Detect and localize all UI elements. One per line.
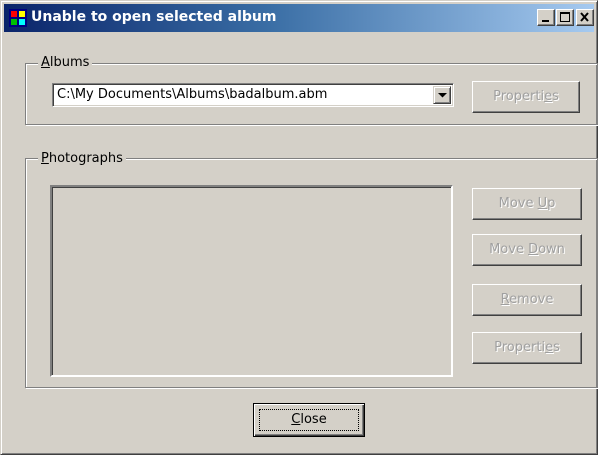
album-props-label-post: s [552,89,559,104]
close-label-post: lose [300,412,327,427]
albums-group-label: Albums [38,55,93,70]
album-path-combobox[interactable]: C:\My Documents\Albums\badalbum.abm [52,83,454,107]
maximize-button[interactable] [556,9,574,26]
album-props-label-pre: Properti [493,89,545,104]
title-bar[interactable]: Unable to open selected album [4,4,594,32]
remove-label-mnemonic: R [500,292,510,307]
photo-props-label-post: s [553,340,560,355]
chevron-down-icon [438,93,447,98]
remove-label-post: emove [509,292,554,307]
photo-props-label-mnemonic: e [545,340,554,355]
dialog-window: Unable to open selected album Albums C:\… [0,0,598,455]
window-title: Unable to open selected album [31,9,277,25]
move-up-label-pre: Move [498,196,538,211]
close-window-button[interactable] [576,9,594,26]
move-down-label-mnemonic: D [528,242,539,257]
move-down-label-pre: Move [489,242,529,257]
minimize-button[interactable] [537,9,555,26]
album-app-icon[interactable] [9,9,27,27]
close-icon [580,12,589,22]
albums-label-mnemonic: A [41,55,50,70]
move-up-button[interactable]: Move Up [472,188,582,220]
photos-label-rest: hotographs [48,151,123,166]
photographs-group-label: Photographs [38,151,126,166]
album-props-label-mnemonic: e [544,89,553,104]
close-button[interactable]: Close [253,403,365,437]
remove-button[interactable]: Remove [472,284,582,316]
minimize-icon [542,20,549,22]
move-down-button[interactable]: Move Down [472,234,582,266]
photo-props-label-pre: Properti [494,340,546,355]
close-button-label: Close [291,412,326,427]
photo-properties-button[interactable]: Properties [472,332,582,364]
move-up-label-post: p [547,196,556,211]
combo-dropdown-button[interactable] [433,86,451,104]
close-label-mnemonic: C [291,412,301,427]
album-properties-button[interactable]: Properties [472,81,580,113]
move-up-label-mnemonic: U [537,196,548,211]
photos-label-mnemonic: P [41,151,49,166]
albums-label-rest: lbums [49,55,90,70]
move-down-label-post: own [538,242,565,257]
album-path-value: C:\My Documents\Albums\badalbum.abm [57,87,328,102]
maximize-icon [560,12,570,22]
photographs-listbox[interactable] [50,185,453,377]
